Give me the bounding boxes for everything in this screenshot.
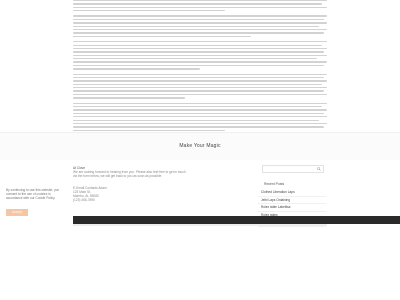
section-banner: Make Your Magic [0,132,400,161]
cookie-notice: By continuing to use this website, you c… [6,188,66,201]
search-input[interactable] [262,165,324,173]
recent-post-link[interactable]: Rolex table Labellisa [258,204,326,212]
paragraph-4 [73,73,327,99]
recent-post-link[interactable]: Jelbi Laps Ordaining [258,197,326,204]
bottom-divider [73,224,327,226]
paragraph-2 [73,15,327,38]
paragraph-1 [73,0,327,12]
paragraph-3 [73,41,327,70]
paragraph-5 [73,102,327,131]
article-body [73,0,327,132]
search-icon[interactable] [317,167,321,171]
address-line-4: (123) 456-7890 [73,198,95,203]
bottom-bar [73,216,400,224]
recent-post-link[interactable]: Clothed Liberation Laps [258,189,326,197]
accept-cookies-button[interactable]: Accept [6,209,28,216]
footer: At Clove We are looking forward to heari… [0,160,400,300]
footer-about: At Clove We are looking forward to heari… [73,166,253,202]
cookie-text-line-3: accordance with our Cookie Policy. [6,196,56,201]
banner-title: Make Your Magic [179,143,221,149]
recent-posts-title: Recent Posts [264,182,285,186]
